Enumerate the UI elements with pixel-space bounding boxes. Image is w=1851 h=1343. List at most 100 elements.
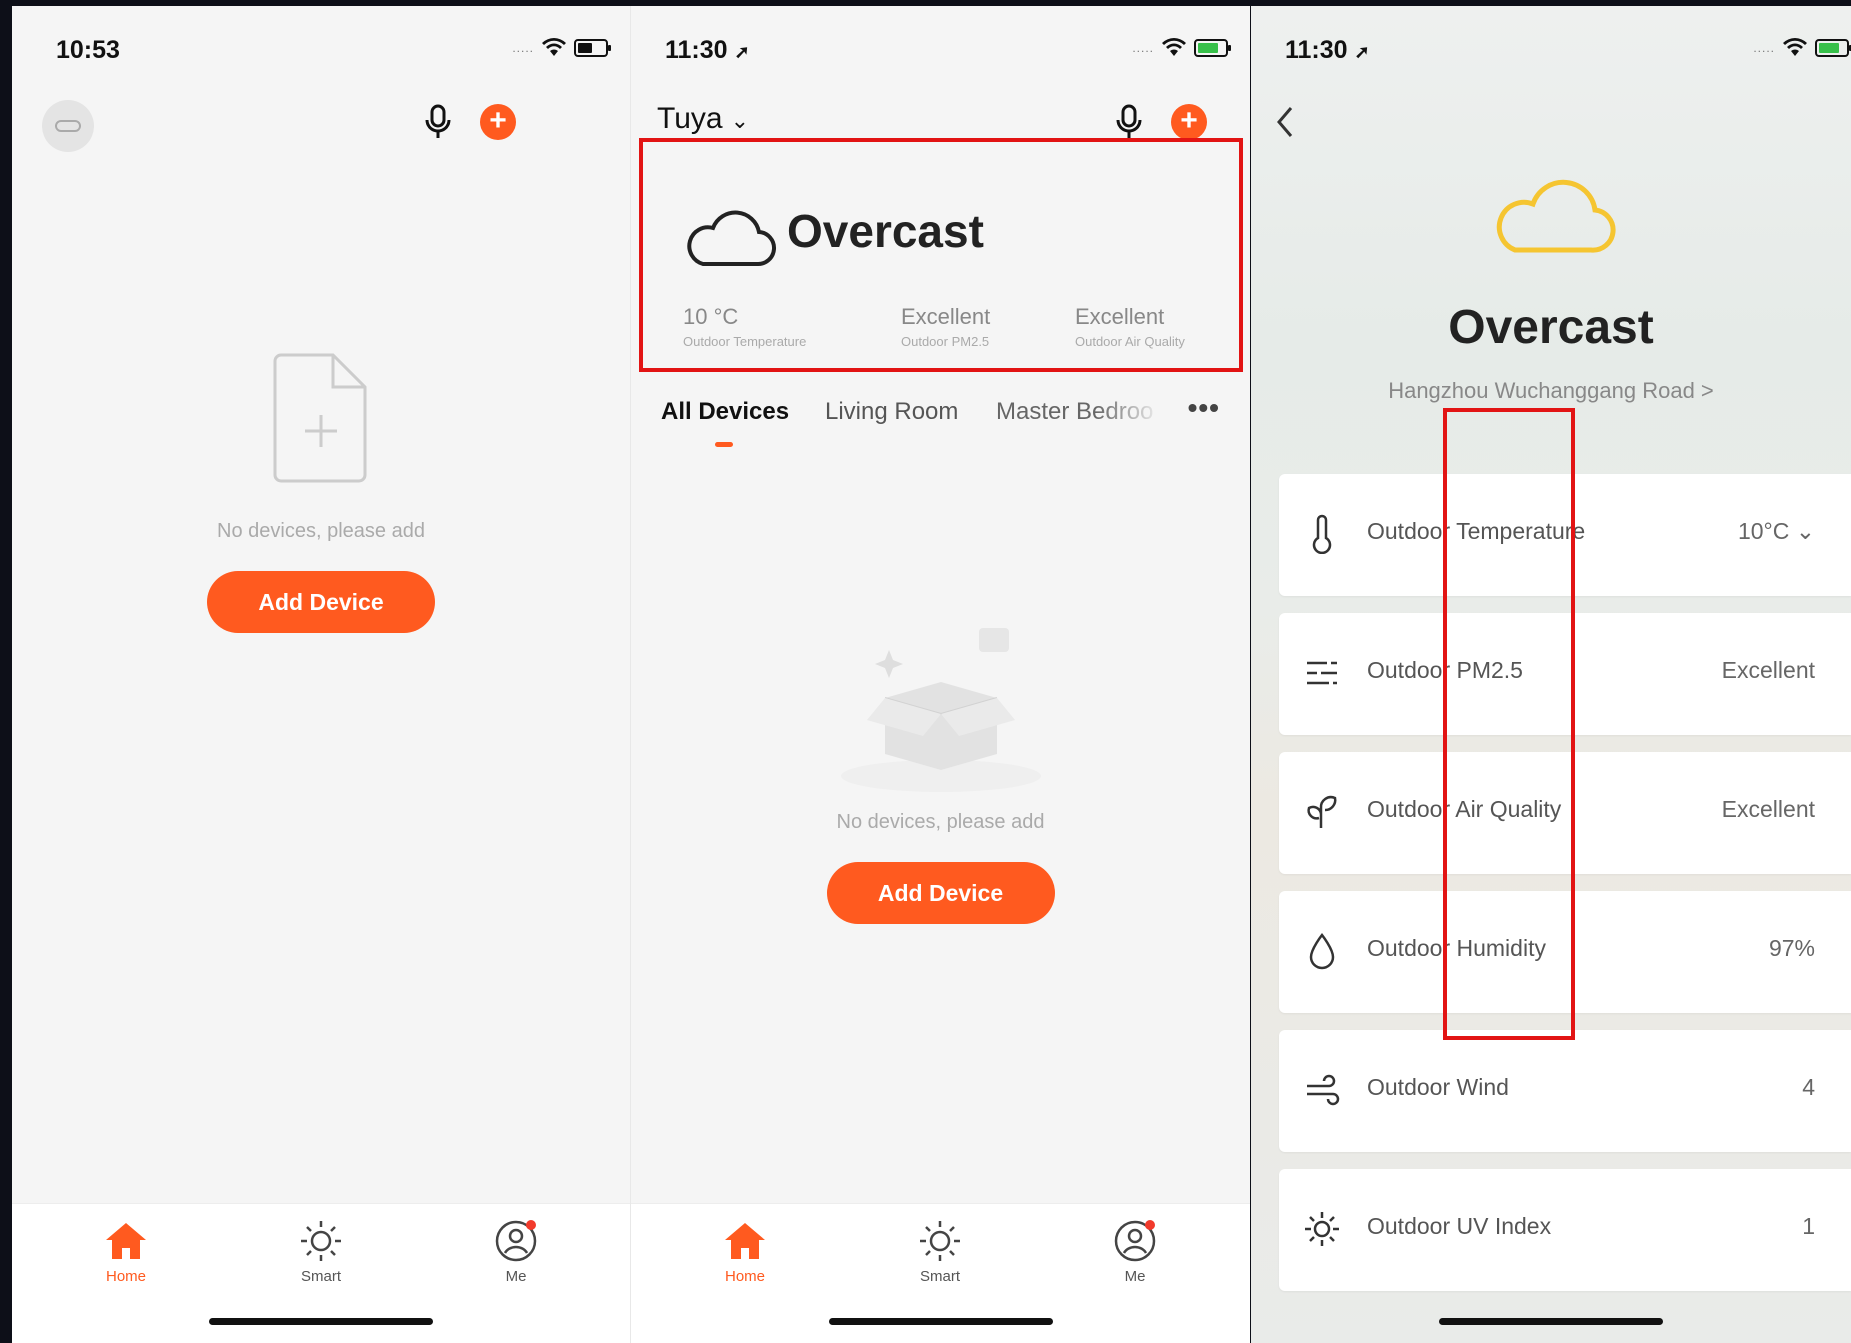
empty-state: No devices, please add Add Device xyxy=(631,624,1250,924)
home-switch-avatar[interactable] xyxy=(42,100,94,152)
tab-smart[interactable]: Smart xyxy=(261,1218,381,1285)
status-bar: 11:30 ➚ ..... xyxy=(1251,28,1851,68)
back-chevron-icon[interactable] xyxy=(1271,102,1299,142)
detail-row-wind[interactable]: Outdoor Wind 4 xyxy=(1279,1030,1851,1152)
screen-home-empty: 10:53 ..... + No devices, please add Add… xyxy=(12,6,630,1343)
signal-icon: ..... xyxy=(1753,41,1775,55)
wifi-icon xyxy=(1162,38,1186,56)
signal-icon: ..... xyxy=(1132,41,1154,55)
stat-label: Outdoor Temperature xyxy=(683,334,807,349)
detail-label: Outdoor UV Index xyxy=(1367,1213,1552,1239)
location-arrow-icon: ➚ xyxy=(1354,42,1370,62)
tab-me[interactable]: Me xyxy=(456,1218,576,1285)
empty-state: No devices, please add Add Device xyxy=(12,351,630,633)
detail-value: 10°C ⌄ xyxy=(1737,518,1815,544)
add-device-button[interactable]: Add Device xyxy=(826,862,1055,924)
tab-me-label: Me xyxy=(1124,1268,1146,1285)
values-highlight-box xyxy=(1443,408,1575,1040)
microphone-icon[interactable] xyxy=(1113,102,1145,142)
stat-value: 10 °C xyxy=(683,304,739,329)
chevron-down-icon: ⌄ xyxy=(730,108,750,133)
tab-me[interactable]: Me xyxy=(1075,1218,1195,1285)
profile-icon xyxy=(495,1220,537,1262)
weather-stat-air-quality: Excellent Outdoor Air Quality xyxy=(1075,304,1185,349)
tab-home-label: Home xyxy=(724,1268,765,1285)
status-time: 10:53 xyxy=(56,36,120,64)
empty-box-icon xyxy=(840,628,1041,792)
location-arrow-icon: ➚ xyxy=(734,42,750,62)
location-link[interactable]: Hangzhou Wuchanggang Road > xyxy=(1251,378,1851,404)
status-time: 11:30 ➚ xyxy=(665,36,750,64)
weather-condition: Overcast xyxy=(1448,301,1654,354)
home-indicator xyxy=(209,1318,433,1325)
bottom-tab-bar: Home Smart Me xyxy=(631,1203,1250,1343)
status-icons: ..... xyxy=(512,38,611,58)
home-name-label: Tuya xyxy=(657,102,723,135)
uv-sun-icon xyxy=(1305,1212,1339,1246)
status-bar: 11:30 ➚ ..... xyxy=(631,28,1250,68)
home-indicator xyxy=(828,1318,1053,1325)
bottom-tab-bar: Home Smart Me xyxy=(12,1203,630,1343)
detail-value: Excellent xyxy=(1721,657,1815,683)
room-tabs: All Devices Living Room Master Bedroo ••… xyxy=(661,392,1230,447)
add-device-button[interactable]: Add Device xyxy=(207,571,435,633)
detail-value: 1 xyxy=(1802,1213,1815,1239)
top-bar: + xyxy=(12,92,630,152)
cloud-icon xyxy=(1496,179,1616,253)
home-icon xyxy=(106,1223,146,1259)
detail-value: 97% xyxy=(1768,935,1815,961)
detail-value: 4 xyxy=(1802,1074,1815,1100)
status-bar: 10:53 ..... xyxy=(12,28,630,68)
tab-smart-label: Smart xyxy=(919,1268,960,1285)
app-comparison-canvas: 10:53 ..... + No devices, please add Add… xyxy=(0,0,1851,1343)
tab-home[interactable]: Home xyxy=(66,1218,186,1285)
battery-icon xyxy=(1815,39,1851,57)
home-icon xyxy=(725,1223,765,1259)
empty-state-text: No devices, please add xyxy=(217,520,425,542)
cloud-icon xyxy=(687,210,776,267)
status-icons: ..... xyxy=(1753,38,1851,58)
detail-label: Outdoor Wind xyxy=(1367,1074,1509,1100)
home-selector[interactable]: Tuya ⌄ xyxy=(657,102,749,136)
battery-icon xyxy=(574,39,611,57)
more-icon[interactable]: ••• xyxy=(1188,392,1220,424)
thermometer-icon xyxy=(1312,514,1332,554)
detail-row-uv-index[interactable]: Outdoor UV Index 1 xyxy=(1279,1169,1851,1291)
tab-me-label: Me xyxy=(505,1268,527,1285)
wifi-icon xyxy=(1783,38,1807,56)
detail-value: Excellent xyxy=(1721,796,1815,822)
home-indicator xyxy=(1439,1318,1663,1325)
status-time: 11:30 ➚ xyxy=(1285,36,1370,64)
stat-value: Excellent xyxy=(1075,304,1165,329)
sun-icon xyxy=(301,1221,341,1261)
tab-smart[interactable]: Smart xyxy=(880,1218,1000,1285)
stat-label: Outdoor PM2.5 xyxy=(901,334,990,349)
droplet-icon xyxy=(1309,932,1335,970)
microphone-icon[interactable] xyxy=(422,102,454,142)
profile-icon xyxy=(1114,1220,1156,1262)
battery-icon xyxy=(1194,39,1231,57)
status-icons: ..... xyxy=(1132,38,1231,58)
tab-smart-label: Smart xyxy=(300,1268,341,1285)
tab-master-bedroom[interactable]: Master Bedroo xyxy=(996,398,1162,426)
active-tab-indicator xyxy=(715,442,733,447)
leaf-icon xyxy=(1307,795,1337,828)
add-plus-button[interactable]: + xyxy=(1171,104,1207,140)
add-plus-button[interactable]: + xyxy=(480,104,516,140)
weather-stat-temperature: 10 °C Outdoor Temperature xyxy=(683,304,806,349)
sun-icon xyxy=(920,1221,960,1261)
tab-all-devices[interactable]: All Devices xyxy=(661,398,789,426)
empty-file-icon xyxy=(273,353,367,483)
signal-icon: ..... xyxy=(512,41,534,55)
wifi-icon xyxy=(542,38,566,56)
tab-living-room[interactable]: Living Room xyxy=(825,398,958,426)
stat-label: Outdoor Air Quality xyxy=(1075,334,1185,349)
stat-value: Excellent xyxy=(901,304,991,329)
weather-card[interactable]: Overcast 10 °C Outdoor Temperature Excel… xyxy=(639,138,1243,372)
tab-home-label: Home xyxy=(105,1268,146,1285)
screen-home-weather: 11:30 ➚ ..... Tuya ⌄ + Overcast 10 °C Out… xyxy=(630,6,1250,1343)
weather-stat-pm25: Excellent Outdoor PM2.5 xyxy=(901,304,990,349)
wind-icon xyxy=(1307,1074,1340,1106)
pm25-icon xyxy=(1307,661,1337,685)
tab-home[interactable]: Home xyxy=(685,1218,805,1285)
